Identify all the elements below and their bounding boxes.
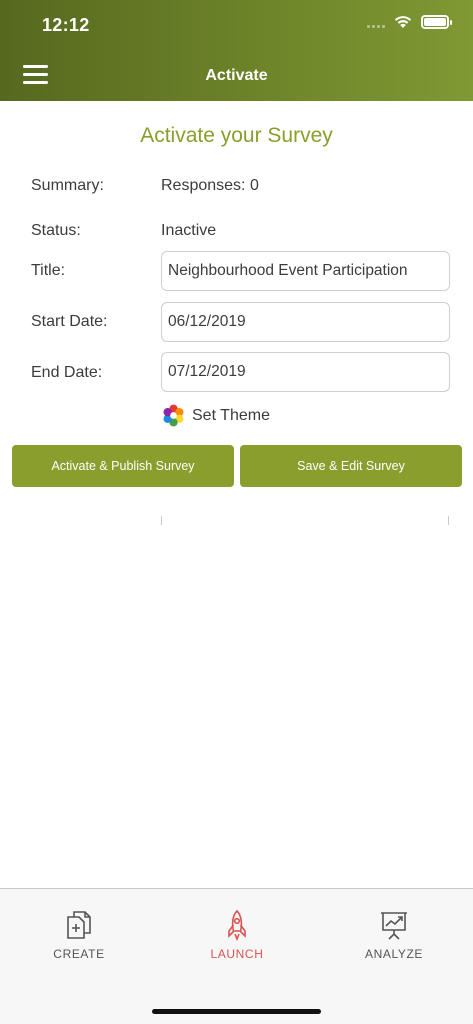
- end-date-label: End Date:: [31, 364, 103, 381]
- divider-tick: [161, 516, 162, 525]
- tab-launch[interactable]: LAUNCH: [177, 909, 297, 961]
- analyze-chart-icon: [381, 912, 407, 940]
- save-edit-button[interactable]: Save & Edit Survey: [240, 445, 462, 487]
- status-time: 12:12: [42, 15, 90, 35]
- rocket-icon: [228, 909, 246, 941]
- title-label: Title:: [31, 262, 66, 279]
- tab-create-label: CREATE: [53, 947, 105, 961]
- nav-title: Activate: [205, 67, 268, 84]
- status-value: Inactive: [161, 222, 217, 239]
- divider-tick: [448, 516, 449, 525]
- summary-label: Summary:: [31, 177, 104, 194]
- tab-analyze[interactable]: ANALYZE: [334, 909, 454, 961]
- color-wheel-icon: [163, 404, 184, 427]
- home-indicator: [152, 1009, 321, 1014]
- status-label: Status:: [31, 222, 81, 239]
- app-header: 12:12 Activate: [0, 0, 473, 101]
- create-document-icon: [67, 911, 91, 939]
- end-date-field[interactable]: 07/12/2019: [161, 352, 450, 392]
- start-date-label: Start Date:: [31, 313, 108, 330]
- tab-launch-label: LAUNCH: [210, 947, 264, 961]
- bottom-tab-bar: CREATE LAUNCH ANALYZE: [0, 888, 473, 1024]
- cellular-signal-icon: [367, 16, 385, 28]
- status-icons: [367, 15, 452, 29]
- battery-icon: [421, 15, 452, 29]
- set-theme-label: Set Theme: [192, 406, 270, 424]
- start-date-field[interactable]: 06/12/2019: [161, 302, 450, 342]
- wifi-icon: [394, 16, 412, 28]
- set-theme-button[interactable]: Set Theme: [161, 403, 270, 428]
- activate-publish-button[interactable]: Activate & Publish Survey: [12, 445, 234, 487]
- page-title: Activate your Survey: [140, 124, 333, 147]
- tab-analyze-label: ANALYZE: [365, 947, 423, 961]
- tab-create[interactable]: CREATE: [19, 909, 139, 961]
- title-field[interactable]: Neighbourhood Event Participation: [161, 251, 450, 291]
- responses-count: Responses: 0: [161, 177, 259, 194]
